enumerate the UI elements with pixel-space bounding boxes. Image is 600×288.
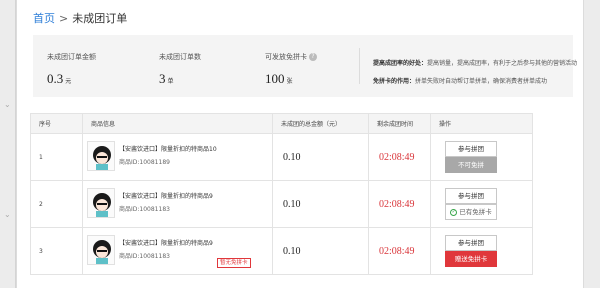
divider	[359, 48, 360, 84]
row-index: 1	[30, 133, 83, 181]
question-icon[interactable]: ?	[309, 53, 317, 61]
table-row: 3 【安酱饮进口】限量折扣的特商品9 商品ID:10081183 暂无免拼卡 0…	[30, 227, 533, 275]
tip-benefit-text: 提高销量，提高成团率，有利于之后参与其他的营销活动	[427, 60, 578, 67]
product-id: 商品ID:10081189	[119, 159, 170, 166]
table-row: 2 【安酱饮进口】限量折扣的特商品9 商品ID:10081183 0.10 02…	[30, 180, 533, 228]
stat-cards: 可发放免拼卡? 100 张	[265, 52, 317, 87]
row-index: 2	[30, 180, 83, 228]
no-free-join-button[interactable]: 不可免拼	[445, 157, 497, 173]
col-index-header: 序号	[30, 113, 83, 134]
stat-amount-value: 0.3	[47, 71, 64, 86]
product-name[interactable]: 【安酱饮进口】限量折扣的特商品9	[119, 238, 213, 247]
product-thumbnail[interactable]	[87, 188, 115, 218]
check-circle-icon: ✓	[450, 208, 458, 216]
product-thumbnail[interactable]	[87, 141, 115, 171]
row-countdown: 02:08:49	[368, 180, 431, 228]
product-name[interactable]: 【安酱饮进口】限量折扣的特商品10	[119, 144, 217, 153]
gift-free-card-button[interactable]: 赠送免拼卡	[445, 251, 497, 267]
right-rail	[584, 0, 600, 288]
tip-card-text: 拼单失败时自动帮订单拼单，确保消费者拼单成功	[415, 78, 548, 85]
col-action-header: 操作	[430, 113, 533, 134]
col-product-header: 商品信息	[82, 113, 273, 134]
join-group-button[interactable]: 参与拼团	[445, 235, 497, 251]
stat-amount-label: 未成团订单金额	[47, 53, 96, 61]
stat-amount: 未成团订单金额 0.3 元	[47, 52, 96, 87]
table-header-row: 序号 商品信息 未成团的总金额（元） 剩余成团时间 操作	[30, 113, 533, 134]
stat-count-unit: 单	[167, 78, 174, 85]
product-thumbnail[interactable]	[87, 235, 115, 265]
stat-cards-label: 可发放免拼卡	[265, 53, 307, 61]
product-id: 商品ID:10081183	[119, 253, 170, 260]
orders-table: 序号 商品信息 未成团的总金额（元） 剩余成团时间 操作 1 【安酱饮进口】限量…	[30, 113, 533, 275]
stats-panel: 未成团订单金额 0.3 元 未成团订单数 3单 可发放免拼卡? 100 张 提高成团…	[33, 35, 577, 97]
chevron-down-icon[interactable]: ⌄	[4, 100, 11, 109]
product-name[interactable]: 【安酱饮进口】限量折扣的特商品9	[119, 191, 213, 200]
page-title: 未成团订单	[72, 12, 128, 25]
stat-amount-unit: 元	[65, 78, 72, 85]
tip-benefit-title: 提高成团率的好处：	[373, 60, 428, 67]
row-amount: 0.10	[272, 180, 369, 228]
row-amount: 0.10	[272, 133, 369, 181]
tips: 提高成团率的好处：提高销量，提高成团率，有利于之后参与其他的营销活动 免拼卡的作…	[373, 58, 577, 94]
row-countdown: 02:08:49	[368, 133, 431, 181]
product-cell: 【安酱饮进口】限量折扣的特商品9 商品ID:10081183	[83, 181, 272, 227]
has-free-card-label: 已有免拼卡	[459, 208, 492, 216]
product-id: 商品ID:10081183	[119, 206, 170, 213]
no-free-card-badge: 暂无免拼卡	[217, 258, 251, 268]
row-amount: 0.10	[272, 227, 369, 275]
row-index: 3	[30, 227, 83, 275]
join-group-button[interactable]: 参与拼团	[445, 188, 497, 204]
product-cell: 【安酱饮进口】限量折扣的特商品9 商品ID:10081183 暂无免拼卡	[83, 228, 272, 274]
table-row: 1 【安酱饮进口】限量折扣的特商品10 商品ID:10081189 0.10 0…	[30, 133, 533, 181]
breadcrumb: 首页 > 未成团订单	[33, 10, 127, 26]
row-countdown: 02:08:49	[368, 227, 431, 275]
stat-cards-unit: 张	[286, 78, 293, 85]
col-time-header: 剩余成团时间	[368, 113, 431, 134]
col-amount-header: 未成团的总金额（元）	[272, 113, 369, 134]
product-cell: 【安酱饮进口】限量折扣的特商品10 商品ID:10081189	[83, 134, 272, 180]
stat-cards-value: 100	[265, 71, 285, 86]
stat-count-label: 未成团订单数	[159, 53, 201, 61]
stat-count: 未成团订单数 3单	[159, 52, 201, 87]
has-free-card-button[interactable]: ✓ 已有免拼卡	[445, 204, 497, 220]
chevron-down-icon[interactable]: ⌄	[4, 210, 11, 219]
tip-card-title: 免拼卡的作用：	[373, 78, 416, 85]
join-group-button[interactable]: 参与拼团	[445, 141, 497, 157]
breadcrumb-separator: >	[59, 12, 69, 25]
left-rail: ⌄ ⌄	[0, 0, 16, 288]
breadcrumb-home-link[interactable]: 首页	[33, 12, 55, 25]
stat-count-value: 3	[159, 71, 166, 86]
